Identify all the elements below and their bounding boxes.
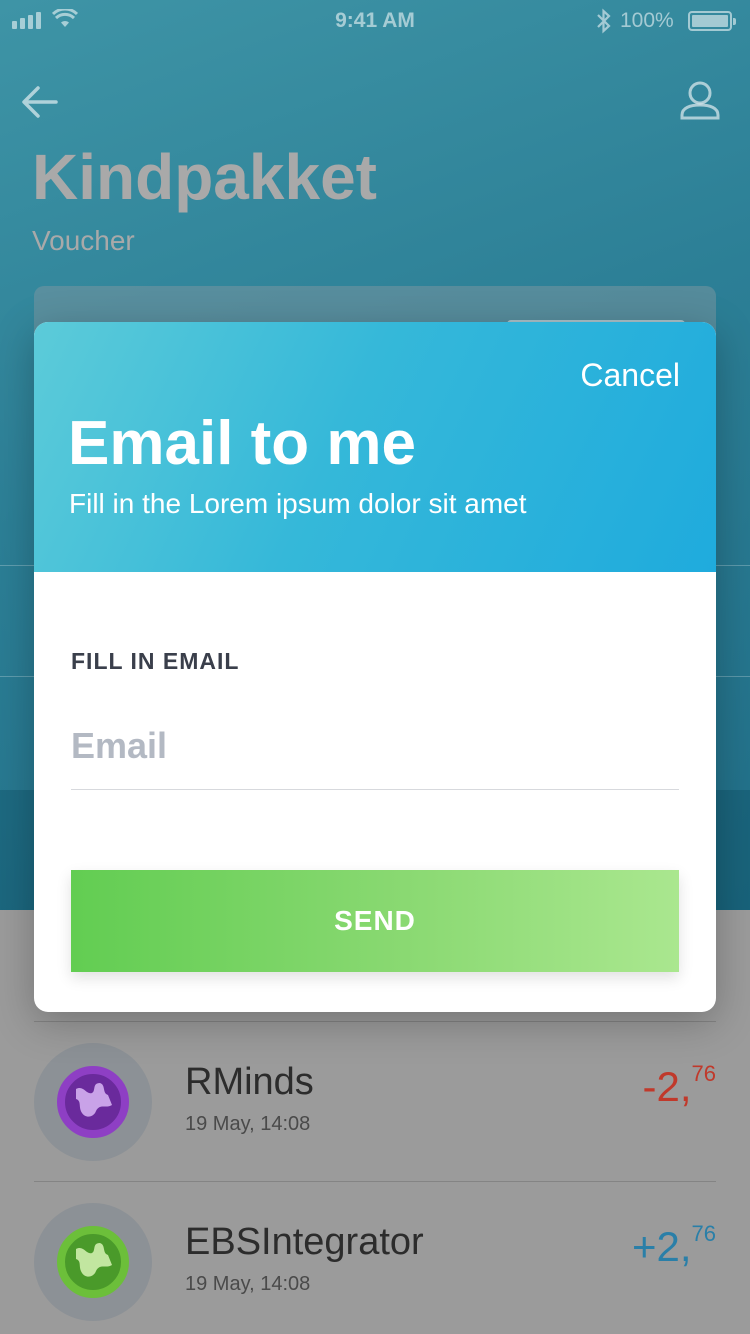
- send-button[interactable]: SEND: [71, 870, 679, 972]
- transaction-name: EBSIntegrator: [185, 1221, 424, 1263]
- bluetooth-icon: [597, 8, 611, 34]
- modal-subtitle: Fill in the Lorem ipsum dolor sit amet: [69, 488, 527, 519]
- user-profile-icon[interactable]: [678, 78, 722, 122]
- page-subtitle: Voucher: [32, 225, 135, 256]
- transaction-date: 19 May, 14:08: [185, 1273, 311, 1295]
- back-arrow-icon[interactable]: [20, 82, 60, 122]
- transaction-date: 19 May, 14:08: [185, 1113, 311, 1135]
- transaction-row[interactable]: EBSIntegrator 19 May, 14:08 +2,76: [34, 1181, 716, 1334]
- transaction-name: RMinds: [185, 1061, 314, 1103]
- battery-percent: 100%: [620, 9, 674, 32]
- transaction-amount: -2,76: [642, 1061, 717, 1110]
- email-input[interactable]: [71, 702, 679, 790]
- globe-icon: [57, 1226, 129, 1298]
- status-bar: 9:41 AM 100%: [0, 0, 750, 40]
- transaction-amount: +2,76: [631, 1221, 716, 1270]
- avatar: [34, 1203, 152, 1321]
- modal-title: Email to me: [68, 409, 416, 478]
- cancel-button[interactable]: Cancel: [580, 357, 680, 394]
- email-field-label: FILL IN EMAIL: [71, 648, 240, 674]
- avatar: [34, 1043, 152, 1161]
- email-modal: Cancel Email to me Fill in the Lorem ips…: [34, 322, 716, 1012]
- transaction-row[interactable]: RMinds 19 May, 14:08 -2,76: [34, 1021, 716, 1181]
- battery-icon: [688, 11, 736, 31]
- page-title: Kindpakket: [32, 141, 377, 213]
- modal-header: Cancel Email to me Fill in the Lorem ips…: [34, 322, 716, 572]
- globe-icon: [57, 1066, 129, 1138]
